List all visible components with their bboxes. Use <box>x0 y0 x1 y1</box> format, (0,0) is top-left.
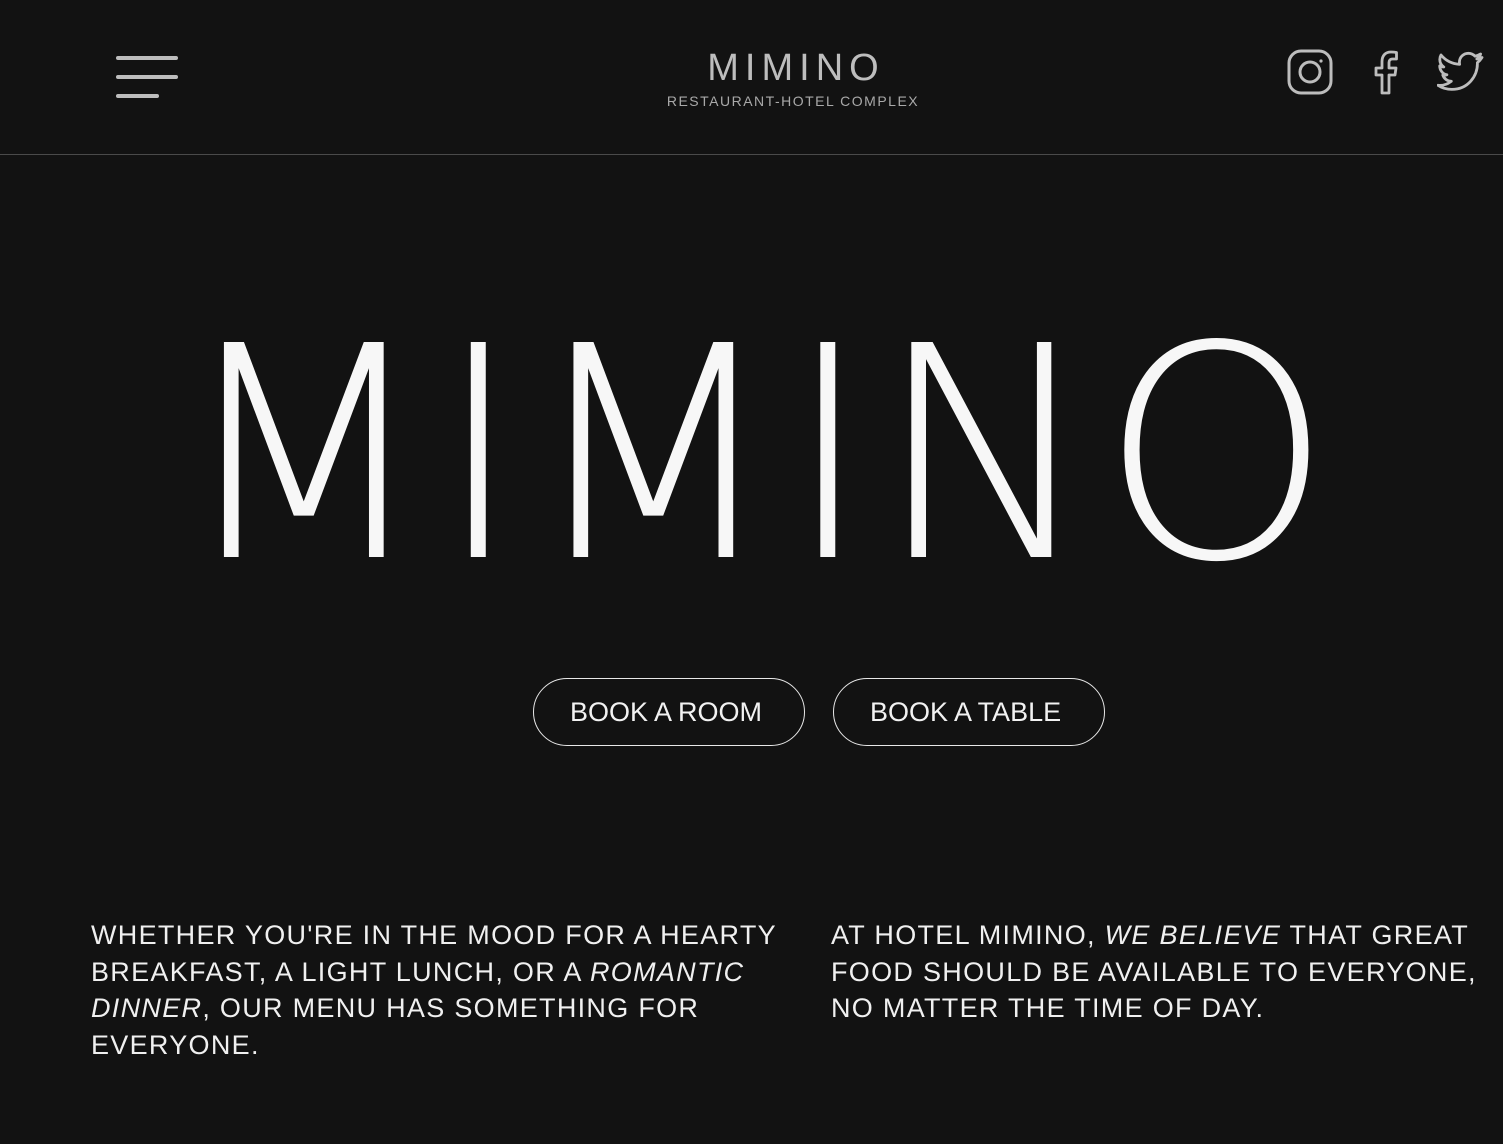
twitter-icon[interactable] <box>1437 48 1485 96</box>
menu-line <box>116 56 178 60</box>
menu-line <box>116 94 159 98</box>
book-room-button[interactable]: BOOK A ROOM <box>533 678 805 746</box>
menu-line <box>116 75 178 79</box>
instagram-icon[interactable] <box>1286 48 1334 96</box>
brand-logo[interactable]: MIMINO RESTAURANT-HOTEL COMPLEX <box>593 44 993 109</box>
intro-text-left: WHETHER YOU'RE IN THE MOOD FOR A HEARTY … <box>91 917 781 1063</box>
intro-right-part1: AT HOTEL MIMINO, <box>831 920 1105 950</box>
book-table-button[interactable]: BOOK A TABLE <box>833 678 1105 746</box>
facebook-icon[interactable] <box>1362 48 1410 96</box>
brand-name: MIMINO <box>707 47 885 89</box>
intro-text-right: AT HOTEL MIMINO, WE BELIEVE THAT GREAT F… <box>831 917 1491 1027</box>
site-header: MIMINO RESTAURANT-HOTEL COMPLEX <box>0 0 1503 155</box>
hero-title: MIMINO <box>176 283 1337 627</box>
hamburger-menu-icon[interactable] <box>114 52 180 102</box>
intro-right-emphasis: WE BELIEVE <box>1104 920 1282 950</box>
brand-tagline: RESTAURANT-HOTEL COMPLEX <box>666 93 920 109</box>
